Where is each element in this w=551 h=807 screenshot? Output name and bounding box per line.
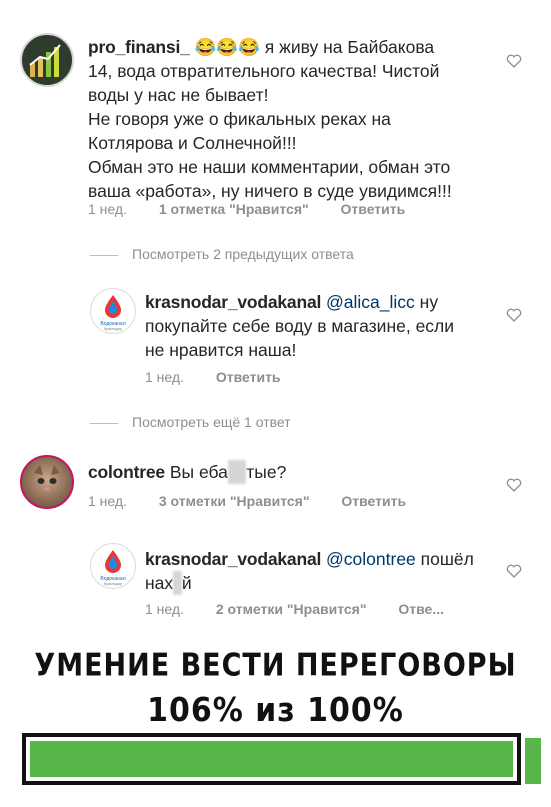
- svg-text:Краснодар: Краснодар: [104, 582, 121, 586]
- progress-bar: [22, 733, 521, 785]
- comment-line: ну: [419, 292, 439, 312]
- censored-text: ну: [227, 460, 247, 484]
- likes-count[interactable]: 1 отметка "Нравится": [159, 201, 309, 217]
- comment-text-part: пошёл: [420, 549, 474, 569]
- laughing-emoji-icon: 😂😂😂: [194, 37, 260, 57]
- view-more-label: Посмотреть ещё 1 ответ: [132, 414, 291, 430]
- comment-line: покупайте себе воду в магазине, если: [145, 316, 455, 336]
- heart-icon[interactable]: [506, 307, 522, 323]
- comment-line: Обман это не наши комментарии, обман это: [88, 157, 451, 177]
- chart-avatar-icon: [29, 44, 61, 77]
- timestamp: 1 нед.: [145, 369, 184, 385]
- timestamp: 1 нед.: [88, 493, 127, 509]
- water-drop-logo-icon: Водоканал Краснодар: [100, 550, 126, 586]
- comment-line: Котлярова и Солнечной!!!: [88, 133, 297, 153]
- comment-meta: 1 нед. 1 отметка "Нравится" Ответить: [88, 201, 433, 217]
- comment-text-part: нах: [145, 573, 174, 593]
- meme-title: УМЕНИЕ ВЕСТИ ПЕРЕГОВОРЫ: [34, 647, 517, 684]
- username[interactable]: colontree: [88, 462, 165, 482]
- comment-text-part: й: [181, 573, 192, 593]
- comment-line: ваша «работа», ну ничего в суде увидимся…: [88, 181, 452, 201]
- username[interactable]: krasnodar_vodakanal: [145, 549, 321, 569]
- avatar[interactable]: Водоканал Краснодар: [90, 288, 136, 334]
- timestamp: 1 нед.: [88, 201, 127, 217]
- progress-fill: [30, 741, 513, 777]
- comment-text-part: тые?: [246, 462, 287, 482]
- reply-button[interactable]: Отве...: [398, 601, 444, 617]
- likes-count[interactable]: 2 отметки "Нравится": [216, 601, 367, 617]
- svg-text:Краснодар: Краснодар: [104, 327, 121, 331]
- comment-line: 14, вода отвратительного качества! Чисто…: [88, 61, 440, 81]
- comment-line: Не говоря уже о фикальных реках на: [88, 109, 391, 129]
- mention-link[interactable]: @colontree: [326, 549, 416, 569]
- comment-meta: 1 нед. 2 отметки "Нравится" Отве...: [145, 601, 444, 617]
- cat-avatar-icon: [34, 465, 60, 491]
- reply-button[interactable]: Ответить: [341, 201, 406, 217]
- username[interactable]: pro_finansi_: [88, 37, 190, 57]
- avatar[interactable]: Водоканал Краснодар: [90, 543, 136, 589]
- divider: [90, 254, 118, 256]
- reply-button[interactable]: Ответить: [341, 493, 406, 509]
- heart-icon[interactable]: [506, 477, 522, 493]
- mention-link[interactable]: @alica_licc: [326, 292, 415, 312]
- view-more-replies[interactable]: Посмотреть ещё 1 ответ: [90, 414, 291, 430]
- progress-overflow: [525, 738, 541, 784]
- timestamp: 1 нед.: [145, 601, 184, 617]
- comment-text-part: Вы еба: [169, 462, 228, 482]
- comment-text: krasnodar_vodakanal @colontree пошёл нах…: [145, 547, 495, 595]
- comment-text: krasnodar_vodakanal @alica_licc ну покуп…: [145, 290, 495, 362]
- avatar[interactable]: [20, 455, 74, 509]
- heart-icon[interactable]: [506, 53, 522, 69]
- heart-icon[interactable]: [506, 563, 522, 579]
- view-more-label: Посмотреть 2 предыдущих ответа: [132, 246, 354, 262]
- comment-line: не нравится наша!: [145, 340, 297, 360]
- divider: [90, 422, 118, 424]
- comment-meta: 1 нед. 3 отметки "Нравится" Ответить: [88, 493, 434, 509]
- comment-line: воды у нас не бывает!: [88, 85, 269, 105]
- comment-text: colontree Вы ебанутые?: [88, 460, 498, 484]
- comment-text: pro_finansi_ 😂😂😂 я живу на Байбакова 14,…: [88, 35, 498, 203]
- comment-line: я живу на Байбакова: [264, 37, 435, 57]
- censored-text: у: [173, 571, 182, 595]
- meme-progress-text: 106% из 100%: [147, 691, 404, 730]
- reply-button[interactable]: Ответить: [216, 369, 281, 385]
- water-drop-logo-icon: Водоканал Краснодар: [100, 295, 126, 331]
- avatar[interactable]: [20, 33, 74, 87]
- comment-meta: 1 нед. Ответить: [145, 369, 309, 385]
- username[interactable]: krasnodar_vodakanal: [145, 292, 321, 312]
- likes-count[interactable]: 3 отметки "Нравится": [159, 493, 310, 509]
- view-previous-replies[interactable]: Посмотреть 2 предыдущих ответа: [90, 246, 354, 262]
